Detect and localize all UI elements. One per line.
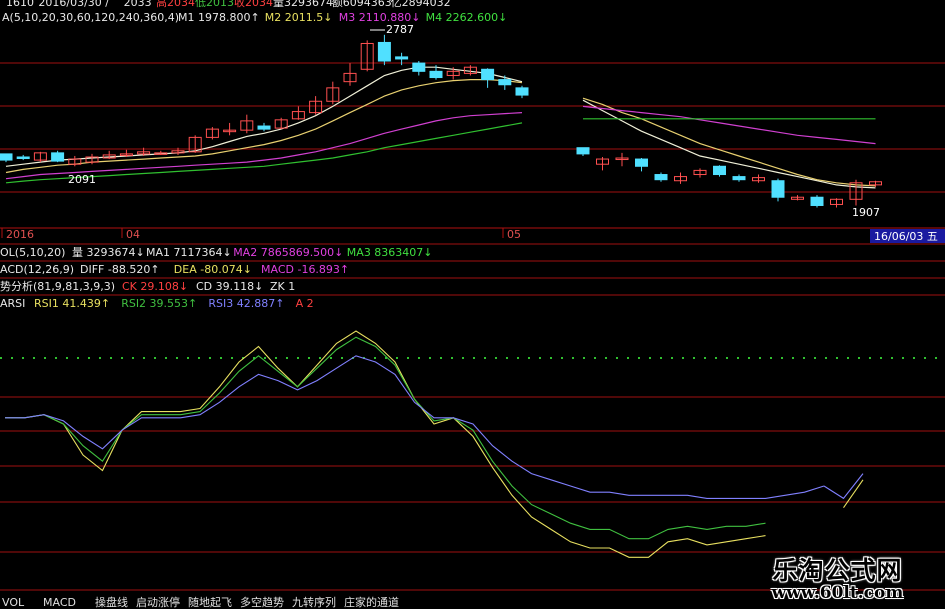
- indicator-value: RSI1 41.439↑: [34, 297, 110, 310]
- quote-field: 量3293674: [273, 0, 333, 9]
- low-price-label: 1907: [852, 206, 880, 219]
- ma-label: A(5,10,20,30,60,120,240,360,4): [2, 11, 179, 24]
- candle-body: [0, 153, 13, 161]
- low-price-label: 2091: [68, 173, 96, 186]
- ma-value: M2 2011.5↓: [265, 11, 333, 24]
- indicator-value: CK 29.108↓: [122, 280, 188, 293]
- rsi-indicator-header[interactable]: ARSI RSI1 41.439↑ RSI2 39.553↑ RSI3 42.887↑…: [0, 294, 945, 310]
- indicator-label: ACD(12,26,9): [0, 263, 74, 276]
- candle-body: [498, 79, 512, 86]
- candle-body: [732, 176, 746, 181]
- rsi-series-RSI2: [5, 336, 766, 540]
- candlestick-series: [0, 34, 882, 208]
- macd-indicator-header[interactable]: ACD(12,26,9) DIFF -88.520↑ DEA -80.074↓ MAC…: [0, 260, 945, 276]
- candle-body: [576, 147, 590, 155]
- ma-value: M4 2262.600↓: [426, 11, 508, 24]
- rsi-series-RSI1: [843, 479, 864, 509]
- quote-field: 低2013: [195, 0, 234, 9]
- quote-field: 2016/03/30 /: [38, 0, 109, 9]
- rsi-lines: [5, 330, 864, 558]
- trend-indicator-header[interactable]: 势分析(81,9,81,3,9,3) CK 29.108↓ CD 39.118↓ ZK…: [0, 277, 945, 293]
- indicator-value: MA2 7865869.500↓: [233, 246, 343, 259]
- ma-header: A(5,10,20,30,60,120,240,360,4)M1 1978.80…: [2, 11, 507, 24]
- date-tick-label: 05: [507, 228, 521, 241]
- candle-body: [412, 62, 426, 72]
- quote-field: 额6094363: [332, 0, 392, 9]
- quote-field: 亿2894032: [391, 0, 451, 9]
- candle-body: [481, 68, 495, 81]
- candle-body: [515, 87, 529, 96]
- candle-body: [654, 174, 668, 181]
- cursor-date-label: 16/06/03 五: [874, 230, 938, 243]
- indicator-value: DIFF -88.520↑: [80, 263, 160, 276]
- indicator-tab[interactable]: VOL: [2, 596, 25, 609]
- watermark-url: www.60lt.com: [771, 583, 904, 603]
- indicator-value: MA1 7117364↓: [146, 246, 232, 259]
- volume-indicator-header[interactable]: OL(5,10,20) 量 3293674↓ MA1 7117364↓ MA2 786…: [0, 243, 945, 259]
- indicator-value: MA3 8363407↓: [347, 246, 433, 259]
- quote-field: 1610: [6, 0, 34, 9]
- indicator-tab[interactable]: 启动涨停: [136, 595, 180, 609]
- candle-body: [51, 152, 65, 162]
- indicator-tab[interactable]: 操盘线: [95, 595, 128, 609]
- date-tick-label: 04: [126, 228, 140, 241]
- indicator-value: 量 3293674↓: [72, 246, 145, 259]
- indicator-value: MACD -16.893↑: [261, 263, 349, 276]
- candle-body: [429, 70, 443, 79]
- indicator-value: RSI2 39.553↑: [121, 297, 197, 310]
- ma-line: [582, 99, 876, 189]
- candle-body: [377, 41, 391, 62]
- quote-field: 2033: [124, 0, 152, 9]
- ma-line: [582, 105, 876, 145]
- watermark-title: 乐淘公式网: [772, 556, 903, 585]
- candle-body: [771, 180, 785, 198]
- date-tick-label: 2016: [6, 228, 34, 241]
- indicator-label: 势分析(81,9,81,3,9,3): [0, 279, 115, 293]
- indicator-tab[interactable]: 九转序列: [292, 595, 336, 609]
- candle-body: [713, 165, 726, 176]
- high-price-label: 2787: [386, 23, 414, 36]
- candle-body: [257, 125, 271, 130]
- quote-field: 高2034: [156, 0, 195, 9]
- indicator-label: ARSI: [0, 297, 25, 310]
- price-labels: 2787 2091 1907: [68, 23, 880, 219]
- indicator-value: RSI3 42.887↑: [208, 297, 284, 310]
- indicator-tab[interactable]: 随地起飞: [188, 595, 232, 609]
- stock-chart-canvas[interactable]: 2787 2091 1907 2016 04 05 16/06/03 五 1610 201…: [0, 0, 945, 609]
- quote-field: 收2034: [234, 0, 273, 9]
- ma-value: M1 1978.800↑: [178, 11, 260, 24]
- indicator-tab[interactable]: 多空趋势: [240, 595, 284, 609]
- price-grid: [0, 62, 945, 193]
- indicator-label: OL(5,10,20): [0, 246, 65, 259]
- ma-value: M3 2110.880↓: [339, 11, 421, 24]
- rsi-series-RSI3: [823, 473, 864, 500]
- indicator-tabs[interactable]: VOL MACD 操盘线 启动涨停 随地起飞 多空趋势 九转序列 庄家的通道: [2, 595, 399, 609]
- rsi-series-RSI1: [5, 330, 766, 558]
- candle-body: [810, 196, 824, 206]
- candle-body: [635, 158, 648, 167]
- rsi-series-RSI3: [5, 355, 825, 499]
- candle-body: [395, 56, 409, 60]
- indicator-tab[interactable]: 庄家的通道: [344, 595, 399, 609]
- candle-body: [16, 156, 30, 159]
- indicator-value: A 2: [296, 297, 314, 310]
- date-axis: 2016 04 05: [1, 228, 521, 241]
- indicator-value: CD 39.118↓: [196, 280, 263, 293]
- indicator-value: DEA -80.074↓: [174, 263, 252, 276]
- quote-header: 1610 2016/03/30 / 2033 高2034 低2013 收2034 量3293…: [6, 0, 451, 9]
- indicator-value: ZK 1: [270, 280, 295, 293]
- indicator-tab[interactable]: MACD: [43, 596, 76, 609]
- ma-line: [5, 112, 523, 180]
- watermark: 乐淘公式网 www.60lt.com: [750, 545, 925, 605]
- moving-average-lines: [5, 66, 876, 189]
